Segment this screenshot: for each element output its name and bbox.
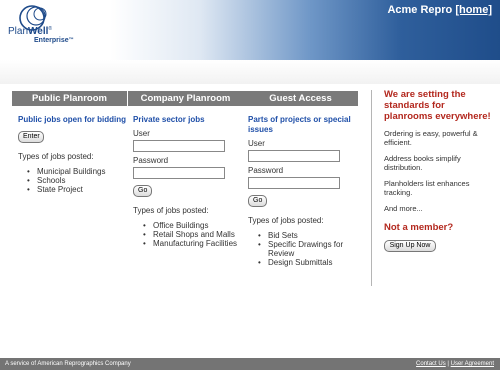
contact-us-link[interactable]: Contact Us (416, 361, 446, 367)
promo-point: Ordering is easy, powerful & efficient. (384, 129, 478, 147)
page-footer: A service of American Reprographics Comp… (0, 358, 500, 370)
jobs-label: Types of jobs posted: (133, 206, 209, 215)
promo-panel: We are setting the standards for planroo… (384, 89, 494, 252)
user-agreement-link[interactable]: User Agreement (451, 361, 494, 367)
promo-title: We are setting the standards for planroo… (384, 89, 491, 122)
logo-well: Well (28, 26, 49, 37)
jobs-label: Types of jobs posted: (18, 152, 94, 161)
password-label: Password (133, 156, 169, 165)
guest-jobs-list: Bid Sets Specific Drawings for Review De… (243, 231, 358, 267)
public-planroom-heading: Public Planroom (12, 91, 127, 106)
list-item: Municipal Buildings (27, 167, 127, 176)
public-planroom-title: Public jobs open for bidding (18, 115, 126, 124)
footer-separator: | (447, 361, 449, 367)
list-item: Schools (27, 176, 127, 185)
guest-access-column: Guest Access Parts of projects or specia… (243, 91, 358, 267)
promo-point: Address books simplify distribution. (384, 154, 461, 172)
promo-point: And more... (384, 204, 423, 213)
company-planroom-title: Private sector jobs (133, 115, 205, 124)
not-a-member-title: Not a member? (384, 222, 454, 233)
header-band (0, 60, 500, 84)
list-item: Specific Drawings for Review (258, 240, 358, 258)
site-name: Acme Repro (387, 4, 453, 16)
sign-up-button[interactable]: Sign Up Now (384, 240, 436, 252)
list-item: Retail Shops and Malls (143, 230, 243, 239)
public-jobs-list: Municipal Buildings Schools State Projec… (12, 167, 127, 194)
list-item: Office Buildings (143, 221, 243, 230)
logo-plan: Plan (8, 26, 29, 37)
list-item: State Project (27, 185, 127, 194)
user-label: User (133, 129, 150, 138)
enter-button[interactable]: Enter (18, 131, 44, 143)
company-go-button[interactable]: Go (133, 185, 152, 197)
company-user-input[interactable] (133, 140, 225, 152)
guest-password-input[interactable] (248, 177, 340, 189)
public-planroom-column: Public Planroom Public jobs open for bid… (12, 91, 127, 194)
vertical-divider (371, 90, 372, 286)
guest-access-title: Parts of projects or special issues (248, 115, 351, 134)
user-label: User (248, 139, 265, 148)
footer-service-text: A service of American Reprographics Comp… (5, 361, 131, 367)
site-title: Acme Repro [home] (387, 4, 492, 16)
page-header: PlanWell® Enterprise™ Acme Repro [home] (0, 0, 500, 60)
guest-go-button[interactable]: Go (248, 195, 267, 207)
list-item: Bid Sets (258, 231, 358, 240)
company-jobs-list: Office Buildings Retail Shops and Malls … (128, 221, 243, 248)
company-planroom-heading: Company Planroom (128, 91, 243, 106)
list-item: Design Submittals (258, 258, 358, 267)
list-item: Manufacturing Facilities (143, 239, 243, 248)
logo-trademark: ™ (68, 37, 74, 43)
guest-access-heading: Guest Access (243, 91, 358, 106)
logo-registered: ® (48, 26, 53, 32)
planwell-logo[interactable]: PlanWell® Enterprise™ (4, 2, 124, 52)
home-link[interactable]: [home] (455, 4, 492, 16)
logo-wordmark: PlanWell® (8, 26, 52, 37)
logo-enterprise: Enterprise (34, 37, 69, 44)
promo-point: Planholders list enhances tracking. (384, 179, 470, 197)
guest-user-input[interactable] (248, 150, 340, 162)
company-password-input[interactable] (133, 167, 225, 179)
footer-links: Contact Us | User Agreement (416, 358, 494, 370)
jobs-label: Types of jobs posted: (248, 216, 324, 225)
logo-subtitle: Enterprise™ (34, 37, 74, 44)
company-planroom-column: Company Planroom Private sector jobs Use… (128, 91, 243, 248)
password-label: Password (248, 166, 284, 175)
